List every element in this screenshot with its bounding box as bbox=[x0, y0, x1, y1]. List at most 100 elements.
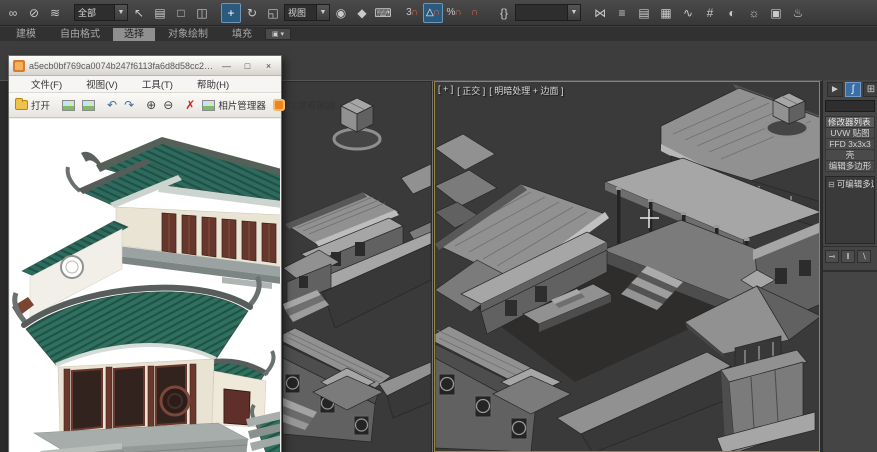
viewer-menus: 文件(F) 视图(V) 工具(T) 帮助(H) bbox=[13, 77, 247, 91]
command-panel-tabs: ► ∫ ⊞ bbox=[823, 80, 877, 98]
mirror-icon[interactable]: ⋈ bbox=[590, 3, 610, 23]
viewport-right-scene[interactable] bbox=[435, 82, 820, 452]
unlink-selection-icon[interactable]: ⊘ bbox=[24, 3, 44, 23]
select-and-link-icon[interactable]: ∞ bbox=[3, 3, 23, 23]
viewport-left-scene[interactable] bbox=[283, 82, 431, 452]
collapse-icon[interactable]: ⊟ bbox=[828, 180, 835, 189]
coordinate-system-dropdown[interactable]: 视图 ▼ bbox=[284, 4, 330, 21]
delete-button[interactable]: ✗ bbox=[182, 96, 198, 114]
zoom-out-icon: ⊖ bbox=[163, 98, 174, 112]
named-selection-sets-dropdown[interactable]: ▼ bbox=[515, 4, 581, 21]
minimize-button[interactable]: — bbox=[218, 59, 235, 73]
ribbon-overflow-button[interactable]: ▣ ▾ bbox=[265, 28, 291, 40]
open-button[interactable]: 打开 bbox=[12, 96, 53, 114]
rendered-frame-icon[interactable]: ▣ bbox=[766, 3, 786, 23]
schematic-view-icon[interactable]: # bbox=[700, 3, 720, 23]
select-and-move-icon[interactable]: + bbox=[221, 2, 241, 23]
create-tab[interactable]: ► bbox=[827, 81, 843, 97]
coordinate-system-value: 视图 bbox=[288, 8, 307, 18]
ribbon-toggle-icon[interactable]: ▦ bbox=[656, 3, 676, 23]
photo-manager-icon bbox=[202, 99, 216, 111]
command-panel: ►∫⊞ 修改器列表 UVW 贴图FFD 3x3x3壳编辑多边形 ⊟ 可编辑多边形… bbox=[822, 80, 877, 452]
modifier-stack: UVW 贴图 FFD 3x3x3 壳编辑多边形 bbox=[823, 128, 877, 172]
stack-button-group: ⊸ ‖ ∖ bbox=[825, 250, 871, 263]
selection-filter-dropdown[interactable]: 全部 ▼ bbox=[74, 4, 128, 21]
ribbon-tab[interactable]: 选择 bbox=[113, 27, 155, 41]
viewport-left[interactable] bbox=[283, 82, 431, 452]
tool-icon-group: ⋈ ≡ ▤ ▦ ∿ # ◐ ☼ ▣ ♨ bbox=[590, 3, 808, 23]
ribbon-tab[interactable]: 对象绘制 bbox=[157, 28, 219, 41]
rotate-left-button[interactable]: ↶ bbox=[104, 96, 120, 114]
ribbon-tab[interactable]: 建模 bbox=[5, 28, 47, 41]
make-unique-button[interactable]: ∖ bbox=[857, 250, 871, 263]
modifier-stack-item[interactable]: 编辑多边形 bbox=[825, 161, 875, 172]
edit-named-selection-sets-icon[interactable]: {} bbox=[494, 3, 514, 23]
base-object-label: 可编辑多边形 bbox=[836, 179, 874, 189]
maximize-button[interactable]: □ bbox=[239, 59, 256, 73]
ribbon-tab[interactable]: 填充 bbox=[221, 28, 263, 41]
spinner-snap-icon[interactable]: ∩ bbox=[465, 3, 485, 23]
modifier-stack-item[interactable]: UVW 贴图 bbox=[825, 128, 875, 139]
close-button[interactable]: × bbox=[260, 59, 277, 73]
modify-tab[interactable]: ∫ bbox=[845, 81, 861, 97]
viewer-menu-item[interactable]: 帮助(H) bbox=[185, 77, 241, 91]
bind-to-space-warp-icon[interactable]: ≋ bbox=[45, 3, 65, 23]
viewer-toolbar: 打开 ↶ ↷ ⊕ ⊖ ✗ 相片管理器 完整看图器 bbox=[9, 93, 335, 118]
percent-snap-icon[interactable]: % ∩ bbox=[444, 3, 464, 23]
use-pivot-point-center-icon[interactable]: ◉ bbox=[331, 3, 351, 23]
view-image-button[interactable] bbox=[59, 98, 78, 113]
chevron-down-icon: ▼ bbox=[114, 5, 127, 20]
photo-manager-button[interactable]: 相片管理器 bbox=[199, 96, 269, 114]
object-name-field[interactable] bbox=[825, 100, 875, 112]
align-icon[interactable]: ≡ bbox=[612, 3, 632, 23]
curve-editor-icon[interactable]: ∿ bbox=[678, 3, 698, 23]
render-production-icon[interactable]: ♨ bbox=[788, 3, 808, 23]
base-object-row[interactable]: ⊟ 可编辑多边形 bbox=[826, 177, 874, 191]
show-end-result-button[interactable]: ‖ bbox=[841, 250, 855, 263]
viewport-menu-pov[interactable]: [ 正交 ] bbox=[457, 84, 485, 97]
viewer-title-bar[interactable]: a5ecb0bf769ca0074b247f6113fa6d8d58cc2217… bbox=[9, 56, 281, 76]
zoom-out-button[interactable]: ⊖ bbox=[160, 96, 176, 114]
ribbon-tab[interactable]: 自由格式 bbox=[49, 28, 111, 41]
rotate-right-button[interactable]: ↷ bbox=[121, 96, 137, 114]
material-editor-icon[interactable]: ◐ bbox=[722, 3, 742, 23]
browse-images-button[interactable] bbox=[79, 98, 98, 113]
viewer-menu-item[interactable]: 工具(T) bbox=[130, 77, 185, 91]
stack-toolbar: ⊸ ‖ ∖ bbox=[823, 246, 877, 266]
pictures-icon bbox=[82, 99, 96, 111]
select-and-scale-icon[interactable]: ◱ bbox=[263, 3, 283, 23]
modifier-stack-listbox[interactable]: ⊟ 可编辑多边形 bbox=[825, 176, 875, 244]
ribbon-tabs: 建模 自由格式 选择 对象绘制 填充 bbox=[5, 27, 263, 41]
rectangular-selection-region-icon[interactable]: □ bbox=[171, 3, 191, 23]
modifier-list-dropdown[interactable]: 修改器列表 bbox=[825, 116, 875, 128]
render-setup-icon[interactable]: ☼ bbox=[744, 3, 764, 23]
ribbon-tab-bar: 建模 自由格式 选择 对象绘制 填充 ▣ ▾ bbox=[0, 27, 877, 41]
viewport-menu-general[interactable]: [ + ] bbox=[438, 84, 453, 97]
select-and-manipulate-icon[interactable]: ◆ bbox=[352, 3, 372, 23]
rotate-left-icon: ↶ bbox=[107, 98, 118, 112]
zoom-in-icon: ⊕ bbox=[146, 98, 157, 112]
select-object-icon[interactable]: ↖ bbox=[129, 3, 149, 23]
picture-icon bbox=[62, 99, 76, 111]
viewer-app-icon bbox=[13, 59, 25, 72]
layer-manager-icon[interactable]: ▤ bbox=[634, 3, 654, 23]
viewport-menu-shading[interactable]: [ 明暗处理 + 边面 ] bbox=[489, 84, 563, 97]
panel-divider bbox=[823, 270, 877, 272]
select-by-name-icon[interactable]: ▤ bbox=[150, 3, 170, 23]
keyboard-shortcut-override-icon[interactable]: ⌨ bbox=[373, 3, 393, 23]
zoom-in-button[interactable]: ⊕ bbox=[143, 96, 159, 114]
photo-display-area bbox=[10, 119, 280, 452]
modifier-stack-item[interactable]: 壳 bbox=[825, 150, 875, 161]
hierarchy-tab[interactable]: ⊞ bbox=[863, 81, 877, 97]
window-crossing-icon[interactable]: ◫ bbox=[192, 3, 212, 23]
snap-toggle-3d-icon[interactable]: 3 ∩ bbox=[402, 3, 422, 23]
pin-stack-button[interactable]: ⊸ bbox=[825, 250, 839, 263]
full-viewer-button[interactable]: 完整看图器 bbox=[270, 96, 339, 114]
modifier-stack-item[interactable]: FFD 3x3x3 bbox=[825, 139, 875, 150]
angle-snap-icon[interactable]: △ ∩ bbox=[423, 2, 443, 23]
image-viewer-window: a5ecb0bf769ca0074b247f6113fa6d8d58cc2217… bbox=[8, 55, 335, 452]
viewport-right-active[interactable]: [ + ] [ 正交 ] [ 明暗处理 + 边面 ] bbox=[434, 81, 820, 452]
viewer-menu-item[interactable]: 视图(V) bbox=[74, 77, 130, 91]
viewer-menu-item[interactable]: 文件(F) bbox=[19, 77, 74, 91]
select-and-rotate-icon[interactable]: ↻ bbox=[242, 3, 262, 23]
